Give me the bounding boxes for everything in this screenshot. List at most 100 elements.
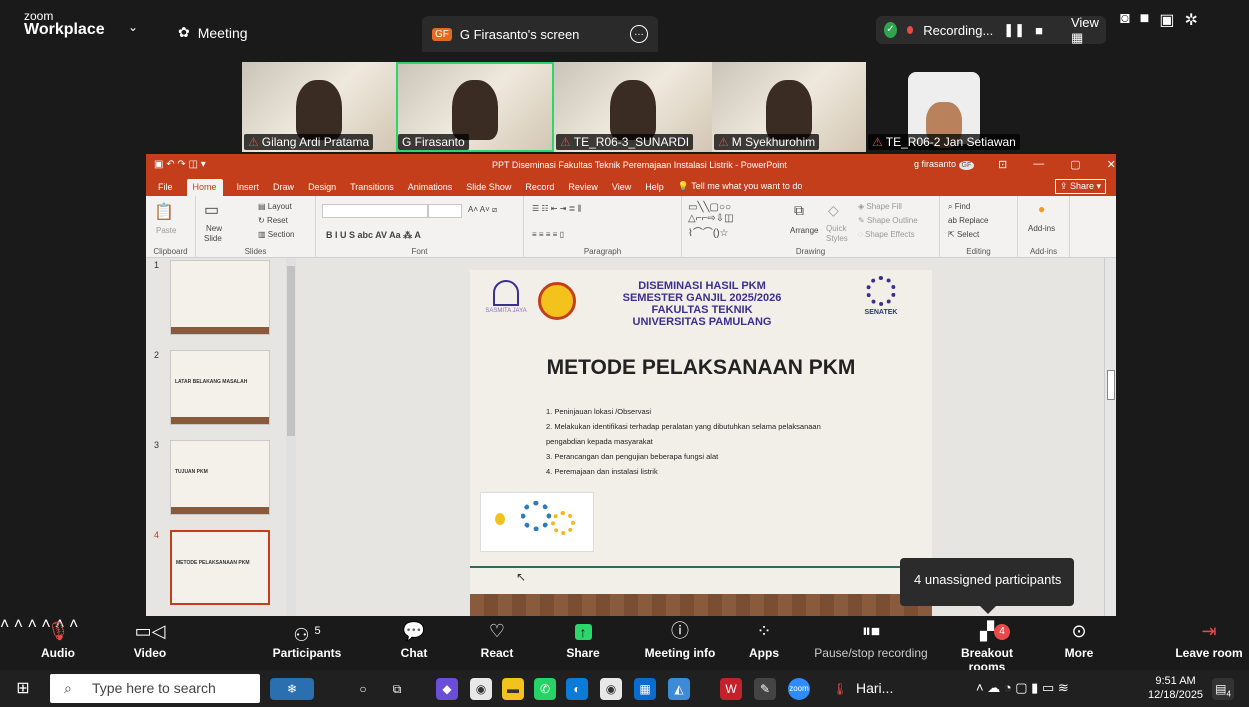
cortana-icon[interactable]: ○ — [352, 678, 374, 700]
current-slide[interactable]: SASMITA JAYA DISEMINASI HASIL PKM SEMEST… — [470, 270, 932, 616]
participant-tile[interactable]: ⚠ TE_R06-3_SUNARDI — [554, 62, 712, 152]
video-icon[interactable]: ■ — [1140, 10, 1150, 30]
select-button[interactable]: ⇱ Select — [948, 230, 979, 239]
scrollbar-thumb[interactable] — [287, 266, 295, 436]
replace-button[interactable]: ab Replace — [948, 216, 988, 225]
reset-button[interactable]: ↻ Reset — [258, 216, 288, 225]
more-options-icon[interactable]: … — [630, 25, 648, 43]
slide-thumbnail-selected[interactable]: METODE PELAKSANAAN PKM — [170, 530, 270, 605]
font-grow-icon[interactable]: A˄ A˅ ⧄ — [468, 205, 497, 215]
scrollbar-thumb[interactable] — [1107, 370, 1115, 400]
menu-home[interactable]: Home — [186, 179, 223, 196]
menu-review[interactable]: Review — [568, 182, 598, 196]
window-icon[interactable]: ▣ — [1159, 10, 1174, 30]
slide-thumbnail[interactable]: TUJUAN PKM — [170, 440, 270, 515]
participant-tile[interactable]: ⚠ TE_R06-2 Jan Setiawan — [866, 62, 1024, 152]
menu-transitions[interactable]: Transitions — [350, 182, 394, 196]
ribbon-display-icon[interactable]: ⊡ — [998, 158, 1007, 171]
menu-design[interactable]: Design — [308, 182, 336, 196]
participant-tile-active[interactable]: G Firasanto — [396, 62, 554, 152]
shape-fill-button[interactable]: ◈ Shape Fill — [858, 202, 902, 211]
tray-icons[interactable]: ˄ ☁ ◔ ▢ ▮ ▭ ≋ — [976, 680, 1069, 696]
react-button[interactable]: ♡ React — [480, 616, 514, 670]
gear-icon[interactable]: ✲ — [1184, 10, 1197, 30]
meeting-button[interactable]: ✿ Meeting — [178, 24, 248, 41]
menu-record[interactable]: Record — [525, 182, 554, 196]
task-view-icon[interactable]: ⧉ — [386, 678, 408, 700]
share-screen-button[interactable]: ↑ Share — [564, 616, 602, 670]
whatsapp-icon[interactable]: ✆ — [534, 678, 556, 700]
edge-icon[interactable]: ◐ — [566, 678, 588, 700]
zoom-app-icon[interactable]: zoom — [788, 678, 810, 700]
menu-help[interactable]: Help — [645, 182, 664, 196]
pause-recording-button[interactable]: ⏸⏹ Pause/stop recording — [810, 616, 932, 670]
layout-button[interactable]: ▤ Layout — [258, 202, 292, 211]
thumbnail-scrollbar[interactable] — [286, 258, 296, 616]
align-icons[interactable]: ≡ ≡ ≡ ≡ ▯ — [532, 230, 564, 239]
font-size-input[interactable] — [428, 204, 462, 218]
menu-draw[interactable]: Draw — [273, 182, 294, 196]
meeting-info-button[interactable]: ⓘ Meeting info — [640, 616, 720, 670]
new-slide-icon[interactable]: ▭ — [204, 200, 219, 220]
thermometer-icon[interactable]: 🌡 — [830, 678, 850, 700]
stop-icon[interactable]: ■ — [1035, 23, 1043, 38]
audio-caret-icon[interactable]: ˄ — [0, 616, 9, 633]
chat-button[interactable]: 💬 Chat — [398, 616, 430, 670]
font-format-buttons[interactable]: B I U S abc AV Aa ⁂ A — [326, 230, 421, 241]
addins-icon[interactable]: ● — [1038, 202, 1045, 216]
notification-icon[interactable]: ▤4 — [1212, 678, 1234, 700]
shape-outline-button[interactable]: ✎ Shape Outline — [858, 216, 918, 225]
shape-effects-button[interactable]: ◌ Shape Effects — [858, 230, 915, 239]
maximize-icon[interactable]: ▢ — [1070, 158, 1080, 171]
video-caret-icon[interactable]: ˄ — [14, 616, 23, 633]
chrome-profile-icon[interactable]: ◉ — [600, 678, 622, 700]
list-icons[interactable]: ☰ ☷ ⇤ ⇥ ≣ ⫼ — [532, 204, 581, 214]
quick-styles-icon[interactable]: ◇ — [828, 202, 839, 219]
breakout-rooms-button[interactable]: ▞ Breakout rooms — [942, 616, 1032, 674]
app-icon[interactable]: ◭ — [668, 678, 690, 700]
more-button[interactable]: ⊙ More — [1062, 616, 1096, 670]
slide-thumbnail[interactable] — [170, 260, 270, 335]
menu-slide-show[interactable]: Slide Show — [466, 182, 511, 196]
wps-icon[interactable]: W — [720, 678, 742, 700]
font-name-input[interactable] — [322, 204, 428, 218]
camera-icon[interactable]: ◙ — [1120, 10, 1130, 30]
share-button[interactable]: ⇪ Share ▾ — [1054, 179, 1106, 194]
chrome-icon[interactable]: ◉ — [470, 678, 492, 700]
ppt-user[interactable]: g firasanto GF — [914, 159, 975, 170]
leave-room-button[interactable]: ⇥ Leave room — [1174, 616, 1244, 670]
pause-icon[interactable]: ❚❚ — [1003, 22, 1025, 38]
participant-tile[interactable]: ⚠ M Syekhurohim — [712, 62, 866, 152]
menu-file[interactable]: File — [158, 182, 173, 196]
quick-access-toolbar[interactable]: ▣ ↶ ↷ ◫ ▾ — [154, 159, 206, 170]
close-icon[interactable]: ✕ — [1107, 158, 1116, 171]
view-button[interactable]: View ▦ — [1071, 15, 1106, 46]
tell-me-search[interactable]: 💡 Tell me what you want to do — [678, 181, 803, 196]
paste-icon[interactable]: 📋 — [154, 202, 174, 222]
shapes-gallery[interactable]: ▭╲╲▢○○ △⌐⌐⇨⇩◫ ⌇⌒⌒()☆ — [688, 202, 734, 239]
slide-thumbnail[interactable]: LATAR BELAKANG MASALAH — [170, 350, 270, 425]
copilot-icon[interactable]: ◆ — [436, 678, 458, 700]
chevron-down-icon[interactable]: ⌄ — [128, 20, 138, 34]
video-button[interactable]: ▭◁ Video — [130, 616, 170, 670]
weather-label[interactable]: Hari... — [856, 680, 893, 696]
apps-button[interactable]: ⁘ Apps — [746, 616, 782, 670]
windows-start-icon[interactable]: ⊞ — [12, 678, 34, 700]
find-button[interactable]: ⌕ Find — [948, 202, 970, 212]
arrange-icon[interactable]: ⧉ — [794, 202, 804, 219]
minimize-icon[interactable]: — — [1033, 158, 1044, 171]
store-icon[interactable]: ▦ — [634, 678, 656, 700]
menu-insert[interactable]: Insert — [237, 182, 260, 196]
taskbar-clock[interactable]: 9:51 AM 12/18/2025 — [1148, 674, 1203, 702]
file-explorer-icon[interactable]: ▬ — [502, 678, 524, 700]
section-button[interactable]: ▥ Section — [258, 230, 294, 239]
menu-view[interactable]: View — [612, 182, 631, 196]
slide-scrollbar[interactable] — [1104, 258, 1116, 616]
paint-icon[interactable]: ✎ — [754, 678, 776, 700]
taskbar-search-input[interactable]: ⌕ Type here to search — [50, 674, 260, 703]
audio-button[interactable]: 🎙 Audio — [36, 616, 80, 670]
snowflake-widget-icon[interactable]: ❄ — [270, 678, 314, 700]
participants-button[interactable]: ⚇ 5 Participants — [272, 616, 342, 670]
screen-share-tab[interactable]: GF G Firasanto's screen … — [422, 16, 658, 52]
participant-tile[interactable]: ⚠ Gilang Ardi Pratama — [242, 62, 396, 152]
